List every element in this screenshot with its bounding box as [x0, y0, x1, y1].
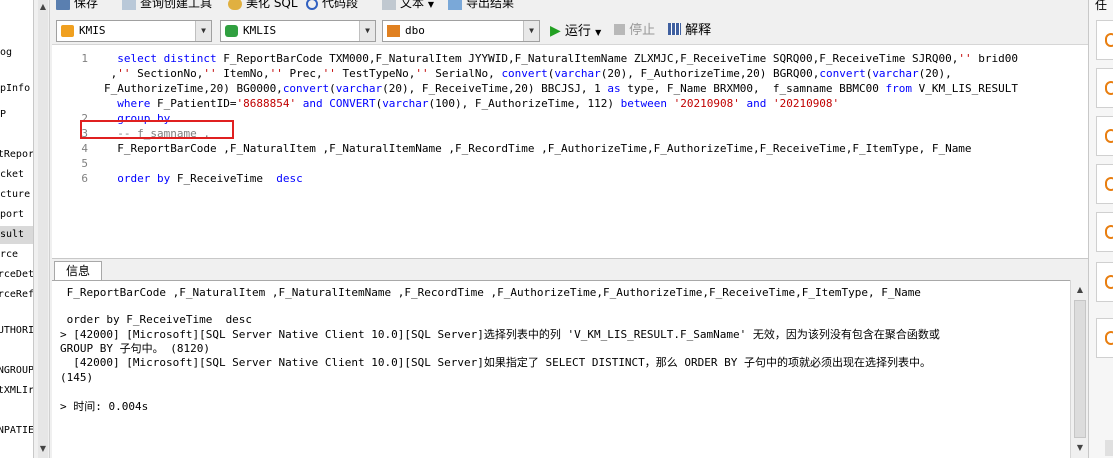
save-button[interactable]: 保存 [56, 0, 98, 12]
object-list-item[interactable]: UTHORI [0, 322, 33, 340]
stop-button[interactable]: 停止 [614, 22, 655, 40]
query-builder-button[interactable]: 查询创建工具 [122, 0, 212, 12]
object-list-item[interactable]: tRepor [0, 146, 33, 164]
chevron-down-icon[interactable]: ▼ [595, 28, 601, 37]
message-line: order by F_ReceiveTime desc [60, 313, 253, 326]
right-panel-item[interactable] [1096, 116, 1113, 156]
connection-icon [61, 25, 74, 37]
object-list-item[interactable]: rce [0, 246, 33, 264]
info-scroll-thumb[interactable] [1074, 300, 1086, 438]
sql-code: select distinct F_ReportBarCode TXM000,F… [104, 52, 1018, 185]
right-panel-item[interactable] [1096, 20, 1113, 60]
main-toolbar: 保存 查询创建工具 美化 SQL 代码段 文本 ▼ 导出结果 [52, 0, 1088, 12]
object-list-item[interactable]: NPATIE [0, 422, 33, 440]
line-number: 5 [81, 157, 88, 170]
export-icon [448, 0, 462, 10]
export-result-button[interactable]: 导出结果 [448, 0, 514, 12]
object-list-item[interactable]: pInfo [0, 80, 33, 98]
connection-toolbar: KMIS ▼ KMLIS ▼ dbo ▼ ▶ 运行 ▼ 停止 解释 [52, 18, 1088, 44]
chevron-down-icon[interactable]: ▼ [523, 21, 539, 41]
error-message-line: (145) [60, 371, 94, 384]
object-list-item[interactable]: sult [0, 226, 33, 244]
play-icon: ▶ [550, 23, 561, 39]
run-button[interactable]: ▶ 运行 ▼ [550, 22, 601, 40]
object-list-scrollbar[interactable]: ▲ ▼ [36, 0, 50, 458]
explain-button[interactable]: 解释 [668, 22, 711, 40]
result-tabs: 信息 [52, 258, 1088, 281]
info-message-area[interactable]: F_ReportBarCode ,F_NaturalItem ,F_Natura… [52, 280, 1070, 458]
text-mode-button[interactable]: 文本 ▼ [382, 0, 434, 12]
right-panel-item[interactable] [1096, 68, 1113, 108]
object-list-item[interactable]: port [0, 206, 33, 224]
database-select[interactable]: KMLIS ▼ [220, 20, 376, 42]
object-icon [1105, 33, 1113, 47]
database-icon [225, 25, 238, 37]
line-number: 1 [81, 52, 88, 65]
code-snippet-button[interactable]: 代码段 [306, 0, 358, 12]
annotation-highlight-box [80, 120, 234, 139]
object-icon [1105, 129, 1113, 143]
code-snippet-icon [306, 0, 318, 10]
info-scrollbar[interactable]: ▲ ▼ [1070, 280, 1088, 458]
stop-icon [614, 24, 625, 35]
object-list-item[interactable]: cket [0, 166, 33, 184]
right-panel-item[interactable] [1096, 262, 1113, 302]
line-number: 6 [81, 172, 88, 185]
elapsed-time: > 时间: 0.004s [60, 400, 149, 413]
sql-editor[interactable]: 1 2 3 4 5 6 select distinct F_ReportBarC… [52, 44, 1088, 258]
save-icon [56, 0, 70, 10]
scroll-down-icon[interactable]: ▼ [39, 444, 47, 454]
right-panel-title: 任 [1095, 0, 1108, 12]
scroll-up-icon[interactable]: ▲ [1075, 284, 1085, 296]
line-number: 4 [81, 142, 88, 155]
object-list-item[interactable]: P [0, 106, 33, 124]
object-list-item[interactable]: tXMLIr [0, 382, 33, 400]
text-mode-icon [382, 0, 396, 10]
beautify-icon [228, 0, 242, 10]
schema-select[interactable]: dbo ▼ [382, 20, 540, 42]
right-panel-item[interactable] [1096, 164, 1113, 204]
object-list-item[interactable]: rceDet [0, 266, 33, 284]
schema-icon [387, 25, 400, 37]
object-list-panel: og pInfo PtRepor cket cture port sult rce rceDet… [0, 0, 34, 458]
scroll-down-icon[interactable]: ▼ [1075, 442, 1085, 454]
query-builder-icon [122, 0, 136, 10]
object-icon [1105, 275, 1113, 289]
message-line: F_ReportBarCode ,F_NaturalItem ,F_Natura… [60, 286, 921, 299]
object-icon [1105, 225, 1113, 239]
chevron-down-icon[interactable]: ▼ [195, 21, 211, 41]
object-list-item[interactable]: rceRef [0, 286, 33, 304]
object-icon [1105, 177, 1113, 191]
right-panel-item[interactable] [1096, 318, 1113, 358]
object-icon [1105, 331, 1113, 345]
object-list-scroll-thumb[interactable] [38, 0, 48, 458]
chevron-down-icon: ▼ [427, 0, 434, 9]
scroll-up-icon[interactable]: ▲ [39, 2, 47, 12]
right-side-panel: 任 [1088, 0, 1113, 458]
right-panel-scrollbar[interactable] [1105, 440, 1113, 456]
chevron-down-icon[interactable]: ▼ [359, 21, 375, 41]
right-panel-item[interactable] [1096, 212, 1113, 252]
object-list-item[interactable]: og [0, 44, 33, 62]
object-list-item[interactable]: cture [0, 186, 33, 204]
object-list-item[interactable]: NGROUP [0, 362, 33, 380]
tab-info[interactable]: 信息 [54, 261, 102, 281]
connection-select[interactable]: KMIS ▼ [56, 20, 212, 42]
object-icon [1105, 81, 1113, 95]
explain-icon [668, 23, 681, 35]
beautify-sql-button[interactable]: 美化 SQL [228, 0, 298, 12]
error-message-line: [42000] [Microsoft][SQL Server Native Cl… [60, 356, 932, 369]
